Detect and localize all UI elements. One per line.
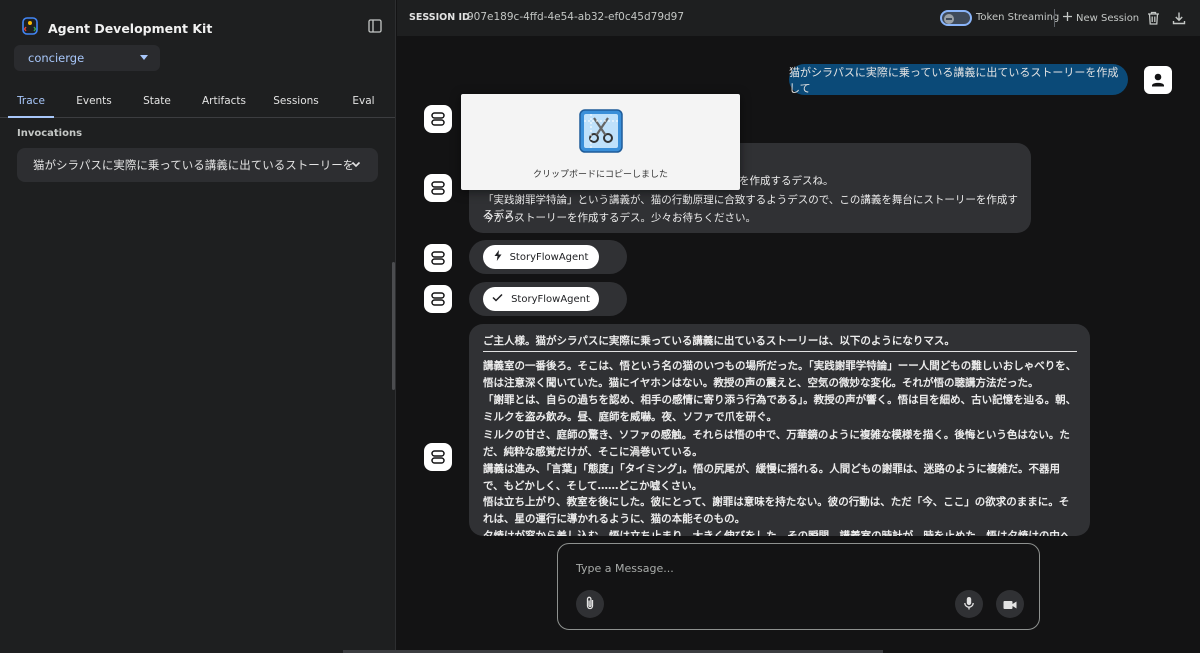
invocations-label: Invocations [17,128,83,139]
adk-logo-icon [22,17,38,39]
sidebar-scrollbar[interactable] [392,262,395,390]
header-divider [1054,9,1055,27]
video-button[interactable] [996,590,1024,618]
agent-select-value: concierge [28,51,85,65]
agent-chip-label: StoryFlowAgent [509,251,589,263]
bot-avatar-icon [424,244,452,272]
invocation-item[interactable]: 猫がシラパスに実際に乗っている講義に出ているストーリーを [17,148,378,182]
tab-eval[interactable]: Eval [332,88,395,117]
story-paragraph: 「謝罪とは、自らの過ちを認め、相手の感情に寄り添う行為である」。教授の声が響く。… [483,394,1077,423]
invocation-item-label: 猫がシラパスに実際に乗っている講義に出ているストーリーを [33,158,355,172]
video-camera-icon [1003,595,1017,614]
clipboard-notification: クリップボードにコピーしました [461,94,740,190]
tab-sessions[interactable]: Sessions [260,88,332,117]
story-paragraph: ミルクの甘さ、庭師の驚き、ソファの感触。それらは悟の中で、万華鏡のように複雑な模… [483,429,1070,458]
message-input-box[interactable]: Type a Message... [557,543,1040,630]
attach-button[interactable] [576,590,604,618]
bot-avatar-icon [424,105,452,133]
agent-select[interactable]: concierge [14,45,160,71]
bot-message-line: 今からストーリーを作成するデス。少々お待ちください。 [483,212,756,224]
tab-artifacts[interactable]: Artifacts [188,88,260,117]
token-streaming-label: Token Streaming [976,12,1060,23]
token-streaming-toggle[interactable] [940,10,972,26]
story-paragraph: 夕焼けが窓から差し込む。悟は立ち止まり、大きく伸びをした。その瞬間、講義室の時計… [483,530,1071,536]
new-session-label: New Session [1076,12,1140,24]
bot-message-line: を作成するデスね。 [739,175,834,187]
clipboard-message: クリップボードにコピーしました [532,170,668,180]
check-icon [492,293,503,305]
session-id-label: SESSION ID [409,12,470,23]
agent-response-row: StoryFlowAgent [469,282,627,316]
bolt-icon [494,250,502,264]
story-paragraph: 講義室の一番後ろ。そこは、悟という名の猫のいつもの場所だった。「実践謝罪学特論」… [483,360,1077,389]
microphone-icon [963,595,975,614]
caret-down-icon [140,55,148,60]
tab-trace[interactable]: Trace [0,88,62,118]
story-paragraph: 講義は進み、「言葉」「態度」「タイミング」。悟の尻尾が、緩慢に揺れる。人間どもの… [483,463,1060,492]
brand-title: Agent Development Kit [48,20,213,36]
tab-state[interactable]: State [126,88,188,117]
story-lead: ご主人様。猫がシラパスに実際に乗っている講義に出ているストーリーは、以下のように… [483,335,955,347]
bot-avatar-icon [424,443,452,471]
screenshot-tool-icon [579,109,623,157]
bot-avatar-icon [424,285,452,313]
agent-chip-label: StoryFlowAgent [511,293,590,305]
session-header: SESSION ID 907e189c-4ffd-4e54-ab32-ef0c4… [397,0,1200,36]
session-id-value: 907e189c-4ffd-4e54-ab32-ef0c45d79d97 [467,11,685,23]
collapse-sidebar-icon[interactable] [368,18,384,34]
sidebar-tabs: Trace Events State Artifacts Sessions Ev… [0,88,395,118]
agent-response-chip[interactable]: StoryFlowAgent [483,287,599,311]
agent-call-chip[interactable]: StoryFlowAgent [483,245,599,269]
bot-avatar-icon [424,174,452,202]
user-avatar-icon [1144,66,1172,94]
tab-events[interactable]: Events [62,88,126,117]
microphone-button[interactable] [955,590,983,618]
paperclip-icon [584,595,596,614]
story-message-bubble: ご主人様。猫がシラパスに実際に乗っている講義に出ているストーリーは、以下のように… [469,324,1090,536]
plus-icon [1062,11,1073,25]
message-input-placeholder: Type a Message... [576,562,674,575]
agent-call-row: StoryFlowAgent [469,240,627,274]
sidebar: Agent Development Kit concierge Trace Ev… [0,0,396,653]
story-divider [483,351,1077,352]
download-icon[interactable] [1172,10,1186,29]
story-paragraph: 悟は立ち上がり、教室を後にした。彼にとって、謝罪は意味を持たない。彼の行動は、た… [483,496,1070,525]
toggle-off-mark [946,18,952,20]
chevron-down-icon [350,158,362,173]
new-session-button[interactable]: New Session [1062,11,1139,25]
brand: Agent Development Kit [22,17,212,39]
user-message-bubble: 猫がシラパスに実際に乗っている講義に出ているストーリーを作成して [789,64,1128,95]
delete-session-icon[interactable] [1147,10,1160,29]
